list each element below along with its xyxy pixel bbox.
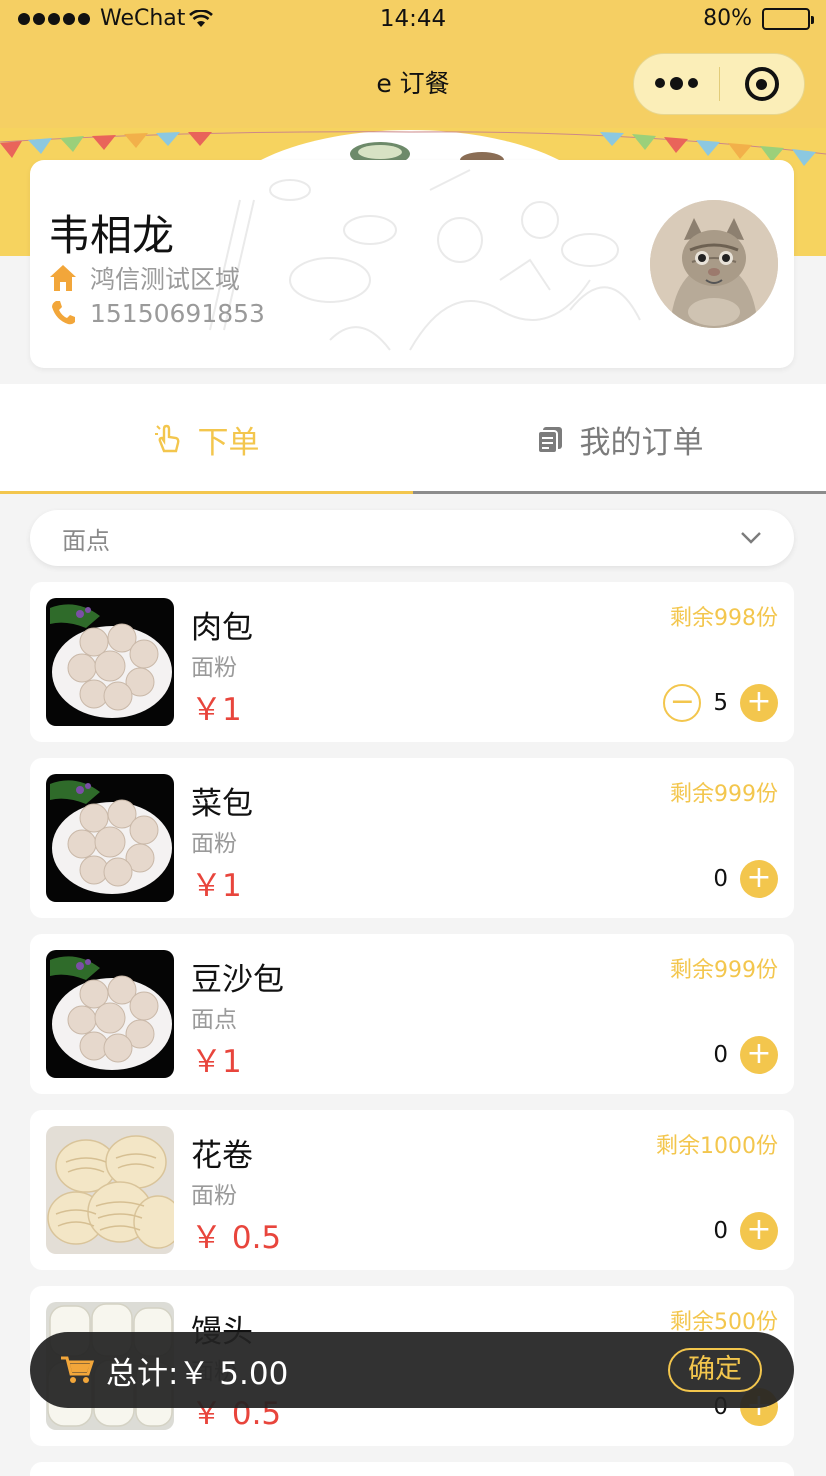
more-icon[interactable] [634, 77, 719, 90]
plus-icon[interactable]: + [740, 1212, 778, 1250]
product-name: 肉包 [191, 610, 253, 646]
bun-plate-image [46, 598, 174, 726]
product-material: 面点 [191, 1007, 237, 1033]
address-row: 鸿信测试区域 [48, 260, 240, 296]
confirm-button[interactable]: 确定 [668, 1348, 762, 1392]
cart-icon [61, 1356, 94, 1383]
quantity-stepper: 0 + [713, 1036, 778, 1074]
product-material: 面粉 [191, 831, 237, 857]
quantity-count: 0 [713, 866, 728, 892]
product-price: ￥1 [191, 868, 242, 904]
quantity-stepper: 0 + [713, 860, 778, 898]
product-name: 菜包 [191, 786, 253, 822]
phone-row: 15150691853 [48, 298, 265, 328]
product-stock: 剩余999份 [670, 958, 778, 983]
tab-my-orders[interactable]: 我的订单 [413, 384, 826, 494]
status-bar: WeChat 14:44 80% [0, 0, 826, 40]
plus-icon[interactable]: + [740, 1036, 778, 1074]
list-item [30, 1462, 794, 1476]
clock: 14:44 [379, 6, 447, 32]
category-selected: 面点 [62, 526, 110, 555]
battery-percent: 80% [703, 6, 752, 31]
quantity-stepper: − 5 + [663, 684, 778, 722]
minus-icon[interactable]: − [663, 684, 702, 722]
list-item: 肉包 面粉 ￥1 剩余998份 − 5 + [30, 582, 794, 742]
plus-icon[interactable]: + [740, 860, 778, 898]
user-name: 韦相龙 [48, 211, 175, 260]
home-icon [50, 265, 76, 291]
profile-card: 韦相龙 鸿信测试区域 15150691853 [30, 160, 794, 368]
target-icon [744, 67, 779, 101]
quantity-stepper: 0 + [713, 1212, 778, 1250]
quantity-count: 0 [713, 1218, 728, 1244]
list-item: 豆沙包 面点 ￥1 剩余999份 0 + [30, 934, 794, 1094]
quantity-count: 5 [713, 690, 728, 716]
cart-total: 总计:￥ 5.00 [106, 1355, 289, 1392]
product-material: 面粉 [191, 1183, 237, 1209]
product-stock: 剩余998份 [670, 606, 778, 631]
cart-total-bar: 总计:￥ 5.00 确定 [30, 1332, 794, 1408]
category-select[interactable]: 面点 [30, 510, 794, 566]
tab-bar: 下单 我的订单 [0, 384, 826, 494]
product-price: ￥1 [191, 1044, 242, 1080]
plus-icon[interactable]: + [740, 684, 778, 722]
tab-my-orders-label: 我的订单 [579, 424, 704, 461]
tap-icon [154, 423, 179, 453]
product-image [46, 1126, 174, 1254]
avatar[interactable] [650, 200, 778, 328]
product-material: 面粉 [191, 655, 237, 681]
battery-icon [762, 7, 814, 30]
mini-program-capsule [633, 53, 805, 115]
address-text: 鸿信测试区域 [90, 265, 241, 294]
orders-icon [536, 427, 562, 453]
top-bar: WeChat 14:44 80% e 订餐 [0, 0, 826, 128]
list-item: 菜包 面粉 ￥1 剩余999份 0 + [30, 758, 794, 918]
product-name: 豆沙包 [191, 962, 284, 998]
tab-order[interactable]: 下单 [0, 384, 413, 494]
product-image [46, 950, 174, 1078]
flower-roll-image [46, 1126, 174, 1254]
bun-plate-image [46, 950, 174, 1078]
product-stock: 剩余999份 [670, 782, 778, 807]
list-item: 花卷 面粉 ￥ 0.5 剩余1000份 0 + [30, 1110, 794, 1270]
cat-avatar-image [650, 200, 778, 328]
quantity-count: 0 [713, 1042, 728, 1068]
product-price: ￥1 [191, 692, 242, 728]
bun-plate-image [46, 774, 174, 902]
tab-order-label: 下单 [197, 424, 260, 461]
product-image [46, 598, 174, 726]
product-name: 花卷 [191, 1138, 253, 1174]
close-capsule-button[interactable] [720, 67, 805, 101]
product-price: ￥ 0.5 [191, 1220, 282, 1256]
chevron-down-icon [741, 532, 761, 544]
phone-text: 15150691853 [90, 298, 265, 328]
product-stock: 剩余1000份 [656, 1134, 778, 1159]
phone-icon [52, 301, 75, 325]
product-image [46, 774, 174, 902]
battery: 80% [703, 6, 814, 31]
